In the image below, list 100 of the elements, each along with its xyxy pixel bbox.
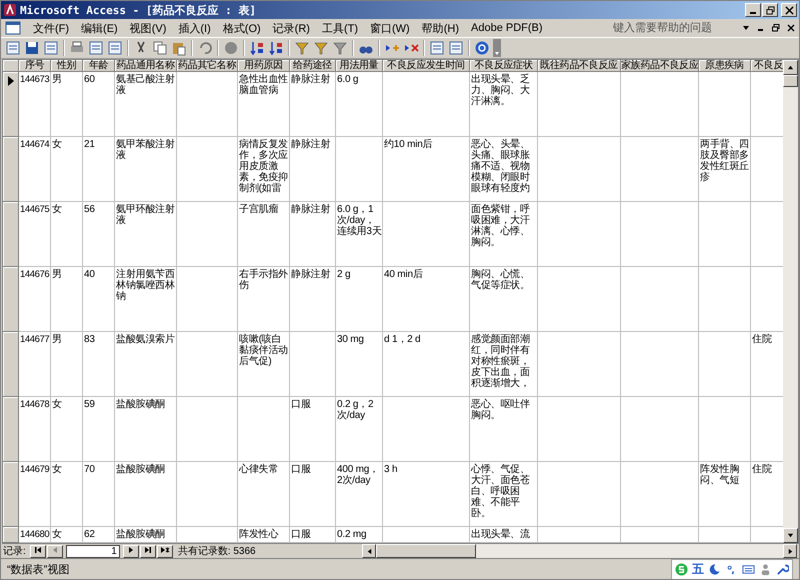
- table-cell: 静脉注射: [290, 267, 336, 332]
- table-cell: 62: [83, 527, 115, 543]
- row-selector[interactable]: [3, 72, 19, 137]
- moon-icon[interactable]: [708, 562, 721, 576]
- scroll-right-icon[interactable]: [786, 548, 794, 554]
- table-cell: 女: [51, 397, 83, 462]
- restore-button[interactable]: [762, 3, 778, 17]
- table-cell: 0.2 g，2次/day: [336, 397, 383, 462]
- menu-item[interactable]: 编辑(E): [75, 20, 124, 36]
- menu-item[interactable]: 记录(R): [266, 20, 316, 36]
- column-header[interactable]: 用法用量: [336, 60, 383, 72]
- save-icon[interactable]: [24, 40, 40, 56]
- table-cell: 病情反复发作，多次应用皮质激素，免疫抑制剂(如雷: [238, 137, 290, 202]
- scroll-left-icon[interactable]: [366, 548, 372, 554]
- scrollbar-thumb[interactable]: [376, 544, 476, 558]
- table-cell: 女: [51, 202, 83, 267]
- sort-descending-icon[interactable]: [268, 40, 284, 56]
- table-cell: 女: [51, 137, 83, 202]
- previous-record-button[interactable]: [46, 544, 63, 558]
- table-cell: [699, 527, 751, 543]
- table-cell: 急性出血性脑血管病: [238, 72, 290, 137]
- table-cell: 6.0 g: [336, 72, 383, 137]
- wrench-icon[interactable]: [776, 562, 789, 576]
- menu-item[interactable]: 窗口(W): [364, 20, 416, 36]
- restore-icon[interactable]: [772, 24, 780, 32]
- vertical-scrollbar[interactable]: [783, 60, 798, 543]
- new-record-button[interactable]: [156, 544, 173, 558]
- table-cell: 2 g: [336, 267, 383, 332]
- table-cell: 胸闷、心慌、气促等症状。: [470, 267, 538, 332]
- table-cell: [336, 137, 383, 202]
- minimize-button[interactable]: [745, 3, 761, 17]
- scroll-down-icon[interactable]: [787, 532, 794, 539]
- copy-icon[interactable]: [152, 40, 168, 56]
- table-cell: 女: [51, 527, 83, 543]
- menu-item[interactable]: 插入(I): [172, 20, 217, 36]
- menu-item[interactable]: 视图(V): [124, 20, 172, 36]
- table-cell: 氨甲环酸注射液: [115, 202, 177, 267]
- scroll-up-icon[interactable]: [787, 64, 794, 71]
- table-cell: [699, 202, 751, 267]
- table-cell: 400 mg，2次/day: [336, 462, 383, 527]
- record-count: 共有记录数: 5366: [178, 544, 256, 558]
- person-icon[interactable]: [759, 562, 772, 576]
- last-record-icon: [144, 546, 152, 554]
- table-cell: 咳嗽(咳白黏痰伴活动后气促): [238, 332, 290, 397]
- column-header[interactable]: 药品通用名称: [115, 60, 177, 72]
- menu-item[interactable]: 帮助(H): [416, 20, 465, 36]
- input-mode-text[interactable]: 五: [692, 560, 704, 578]
- help-icon[interactable]: [474, 40, 490, 56]
- keyboard-icon[interactable]: [742, 562, 755, 576]
- menu-item[interactable]: 格式(O): [216, 20, 267, 36]
- column-header[interactable]: 用药原因: [238, 60, 290, 72]
- filter-icon[interactable]: [294, 40, 310, 56]
- first-record-button[interactable]: [30, 544, 46, 558]
- sort-ascending-icon[interactable]: [249, 40, 265, 56]
- select-all-corner[interactable]: [3, 60, 19, 72]
- app-icon: [3, 3, 17, 17]
- record-number-field[interactable]: 1: [66, 544, 120, 558]
- table-cell: 盐酸胺碘酮: [115, 527, 177, 543]
- toolbar-options-icon[interactable]: [493, 39, 501, 57]
- undo-icon[interactable]: [197, 40, 213, 56]
- document-icon[interactable]: [5, 21, 21, 35]
- column-header[interactable]: 给药途径: [290, 60, 336, 72]
- paste-icon[interactable]: [171, 40, 187, 56]
- ime-logo-icon[interactable]: [675, 562, 688, 576]
- menu-item[interactable]: 文件(F): [27, 20, 76, 36]
- column-header[interactable]: 年龄: [83, 60, 115, 72]
- last-record-button[interactable]: [140, 544, 156, 558]
- column-header[interactable]: 性别: [51, 60, 83, 72]
- restore-icon: [766, 6, 774, 14]
- table-cell: 144679: [19, 462, 51, 527]
- table-cell: 144680: [19, 527, 51, 543]
- menu-item[interactable]: 工具(T): [316, 20, 364, 36]
- table-cell: 阵发性胸闷、气短: [699, 462, 751, 527]
- filter-form-icon[interactable]: [313, 40, 329, 56]
- menu-item[interactable]: Adobe PDF(B): [465, 22, 549, 34]
- table-cell: 144673: [19, 72, 51, 137]
- table-cell: [177, 267, 238, 332]
- close-button[interactable]: [781, 3, 797, 17]
- table-cell: 出现头晕、乏力、胸闷、大汗淋漓。: [470, 72, 538, 137]
- table-cell: 56: [83, 202, 115, 267]
- table-cell: 静脉注射: [290, 72, 336, 137]
- table-cell: 出现头晕、流: [470, 527, 538, 543]
- close-icon[interactable]: [787, 24, 795, 32]
- funnel-icon[interactable]: [332, 40, 348, 56]
- table-cell: 144676: [19, 267, 51, 332]
- next-record-button[interactable]: [122, 544, 139, 558]
- window-title: Microsoft Access - [药品不良反应 : 表]: [20, 2, 256, 18]
- table-cell: 30 mg: [336, 332, 383, 397]
- table-cell: [699, 397, 751, 462]
- table-cell: [177, 397, 238, 462]
- table-cell: 口服: [290, 397, 336, 462]
- table-cell: 右手示指外伤: [238, 267, 290, 332]
- scrollbar-thumb[interactable]: [783, 75, 798, 87]
- table-cell: [699, 332, 751, 397]
- column-header[interactable]: 原患疾病: [699, 60, 751, 72]
- table-cell: [699, 267, 751, 332]
- table-cell: d 1，2 d: [383, 332, 470, 397]
- dropdown-arrow-icon[interactable]: [742, 24, 750, 32]
- horizontal-scrollbar[interactable]: [362, 544, 797, 558]
- table-cell: 氨基己酸注射液: [115, 72, 177, 137]
